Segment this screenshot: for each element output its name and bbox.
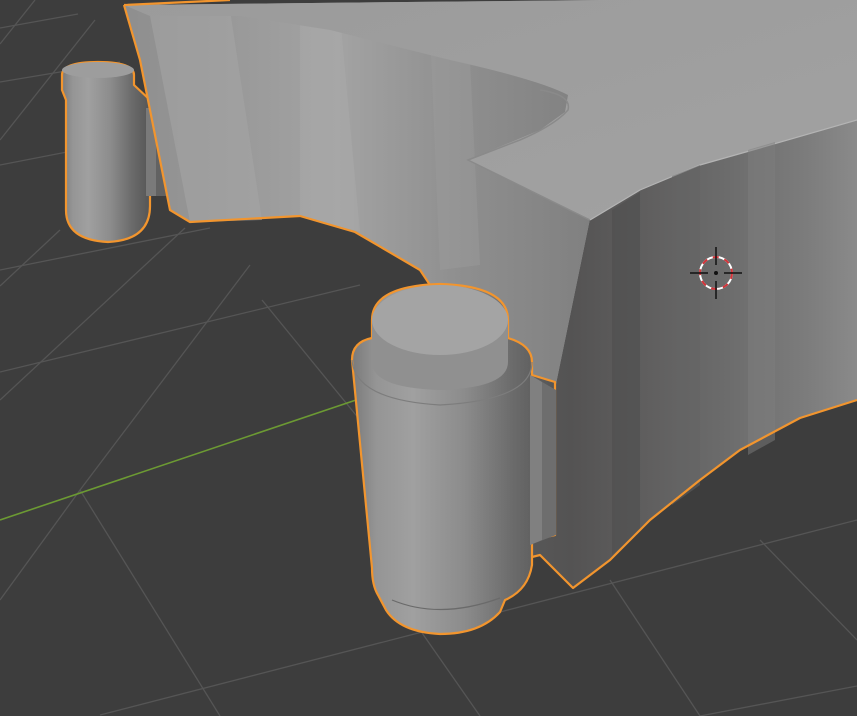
3d-viewport[interactable] [0,0,857,716]
x-axis-line [0,399,357,521]
viewport-canvas[interactable] [0,0,857,716]
